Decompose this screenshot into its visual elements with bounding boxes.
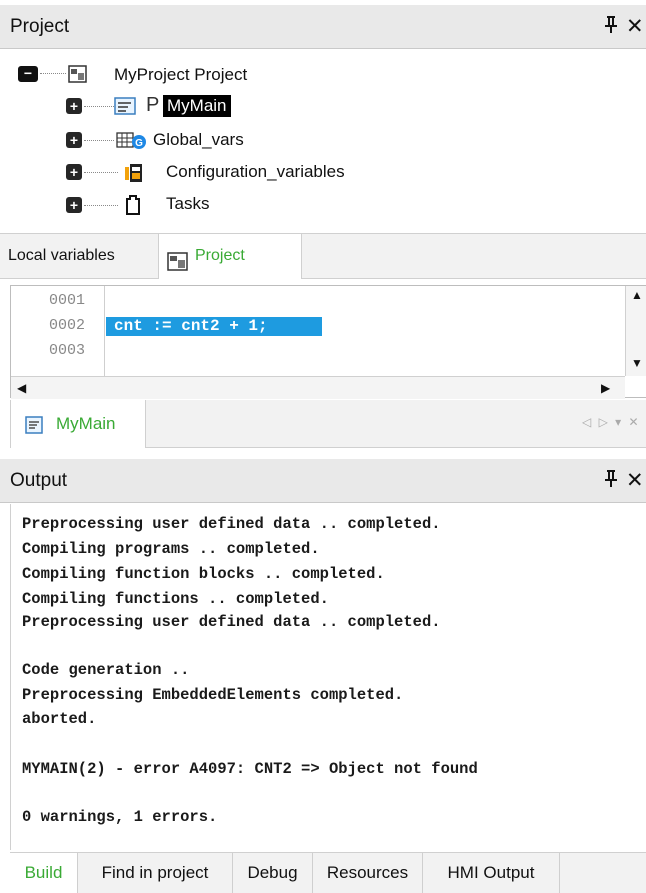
expand-configuration-variables-button[interactable]: +: [66, 164, 82, 180]
scroll-right-icon[interactable]: ▶: [601, 381, 610, 395]
tab-mymain[interactable]: MyMain: [10, 400, 146, 448]
project-icon: [68, 64, 88, 89]
line-number-gutter: 0001 0002 0003: [11, 286, 105, 376]
tab-mymain-label: MyMain: [56, 414, 116, 433]
output-line: Code generation ..: [22, 661, 190, 679]
tree-connector: [84, 205, 118, 206]
line-number: 0001: [49, 292, 86, 309]
tab-local-variables[interactable]: Local variables: [0, 234, 159, 278]
tree-connector: [84, 106, 114, 107]
global-vars-icon: G: [116, 130, 148, 155]
svg-text:G: G: [135, 138, 143, 149]
tab-resources[interactable]: Resources: [313, 853, 423, 893]
tree-connector: [84, 172, 118, 173]
program-icon: [25, 416, 43, 439]
output-line: Compiling programs .. completed.: [22, 540, 320, 558]
tab-debug[interactable]: Debug: [233, 853, 313, 893]
output-summary-line: 0 warnings, 1 errors.: [22, 808, 218, 826]
tab-local-variables-label: Local variables: [8, 247, 115, 264]
document-tab-bar: MyMain ◁ ▷ ▾ ✕: [10, 400, 646, 448]
scroll-down-icon[interactable]: ▼: [631, 356, 643, 370]
output-line: Preprocessing user defined data .. compl…: [22, 515, 441, 533]
project-tree: − MyProject Project + P MyMain + G Globa…: [0, 50, 646, 234]
code-line-highlighted[interactable]: cnt := cnt2 + 1;: [106, 317, 322, 336]
expand-tasks-button[interactable]: +: [66, 197, 82, 213]
expand-mymain-button[interactable]: +: [66, 98, 82, 114]
pin-icon[interactable]: [604, 469, 618, 492]
output-line: Compiling function blocks .. completed.: [22, 565, 385, 583]
tab-project-label: Project: [195, 247, 245, 264]
expand-global-vars-button[interactable]: +: [66, 132, 82, 148]
tree-item-mymain[interactable]: MyMain: [163, 95, 231, 117]
line-number: 0002: [49, 317, 86, 334]
output-panel-header: Output ✕: [0, 459, 646, 503]
vertical-scrollbar[interactable]: ▲ ▼: [625, 286, 646, 376]
tab-project[interactable]: Project: [159, 234, 302, 279]
code-editor[interactable]: 0001 0002 0003 cnt := cnt2 + 1; ▲ ▼ ◀ ▶: [10, 285, 646, 399]
tree-root-label[interactable]: MyProject Project: [114, 65, 247, 85]
output-line: Preprocessing user defined data .. compl…: [22, 613, 441, 631]
scroll-left-icon[interactable]: ◀: [17, 381, 26, 395]
output-panel-title: Output: [10, 470, 68, 491]
project-icon: [167, 246, 189, 290]
close-icon[interactable]: ✕: [626, 14, 644, 39]
project-panel-title: Project: [10, 16, 70, 37]
tab-navigation-controls[interactable]: ◁ ▷ ▾ ✕: [582, 415, 641, 429]
output-line: Preprocessing EmbeddedElements completed…: [22, 686, 404, 704]
horizontal-scrollbar[interactable]: ◀ ▶: [11, 376, 625, 399]
pin-icon[interactable]: [604, 15, 618, 38]
output-line: aborted.: [22, 710, 97, 728]
tree-connector: [40, 73, 66, 74]
tree-item-tasks[interactable]: Tasks: [166, 194, 209, 214]
configuration-icon: [124, 162, 144, 189]
tree-connector: [84, 140, 114, 141]
tab-build[interactable]: Build: [10, 853, 78, 893]
project-panel-header: Project ✕: [0, 5, 646, 49]
scroll-up-icon[interactable]: ▲: [631, 288, 643, 302]
error-line[interactable]: MYMAIN(2) - error A4097: CNT2 => Object …: [22, 760, 478, 778]
tab-hmi-output[interactable]: HMI Output: [423, 853, 560, 893]
line-number: 0003: [49, 342, 86, 359]
close-icon[interactable]: ✕: [626, 468, 644, 493]
program-type-letter: P: [146, 94, 160, 116]
variables-tab-bar: Local variables Project: [0, 233, 646, 279]
tasks-icon: [124, 194, 142, 221]
tree-item-configuration-variables[interactable]: Configuration_variables: [166, 162, 345, 182]
program-icon: [114, 96, 138, 121]
tree-item-global-vars[interactable]: Global_vars: [153, 130, 244, 150]
output-line: Compiling functions .. completed.: [22, 590, 329, 608]
tab-find-in-project[interactable]: Find in project: [78, 853, 233, 893]
collapse-root-button[interactable]: −: [18, 66, 38, 82]
